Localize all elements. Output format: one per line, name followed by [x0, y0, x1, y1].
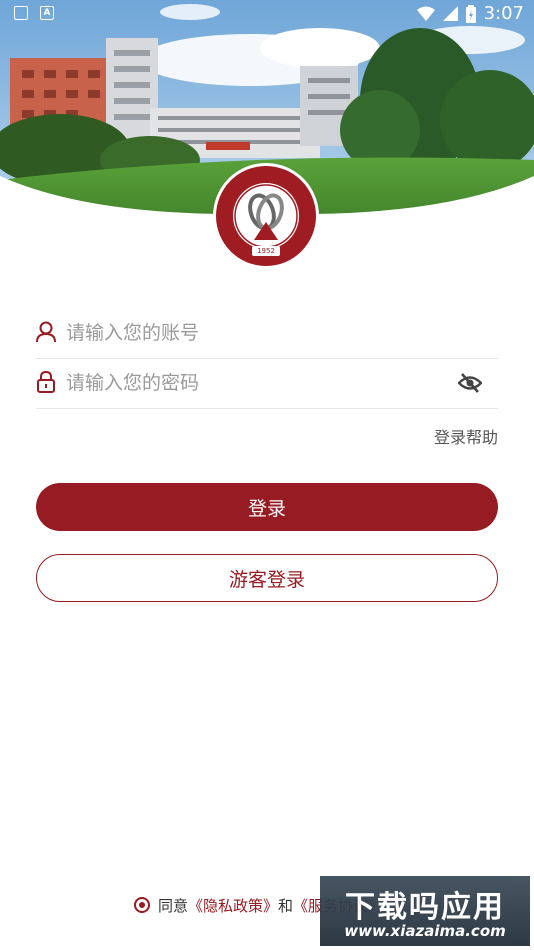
agree-radio[interactable] [134, 897, 150, 913]
user-icon [36, 321, 56, 343]
signal-icon [442, 6, 458, 21]
password-input[interactable] [64, 368, 448, 398]
app-notification-icon: A [40, 6, 54, 20]
watermark-url: www.xiazaima.com [344, 922, 506, 940]
login-button[interactable]: 登录 [36, 483, 498, 531]
account-input[interactable] [64, 318, 448, 348]
status-bar: A 3:07 [0, 0, 534, 28]
eye-off-icon[interactable] [458, 372, 482, 394]
logo-year: 1952 [257, 247, 275, 255]
status-time: 3:07 [483, 3, 524, 24]
login-help-link[interactable]: 登录帮助 [434, 424, 498, 448]
message-icon [14, 6, 28, 20]
agree-prefix: 同意 [158, 896, 189, 915]
privacy-policy-link[interactable]: 《隐私政策》 [188, 895, 278, 916]
lock-icon [37, 371, 55, 393]
agree-and: 和 [278, 896, 294, 915]
account-field [36, 308, 498, 359]
watermark-title: 下载吗应用 [345, 890, 505, 925]
watermark: 下载吗应用 www.xiazaima.com [320, 876, 530, 946]
wifi-icon [416, 6, 435, 21]
school-logo: 1952 [212, 162, 320, 270]
guest-login-button[interactable]: 游客登录 [36, 554, 498, 602]
password-field [36, 358, 498, 409]
battery-charging-icon [465, 4, 476, 23]
